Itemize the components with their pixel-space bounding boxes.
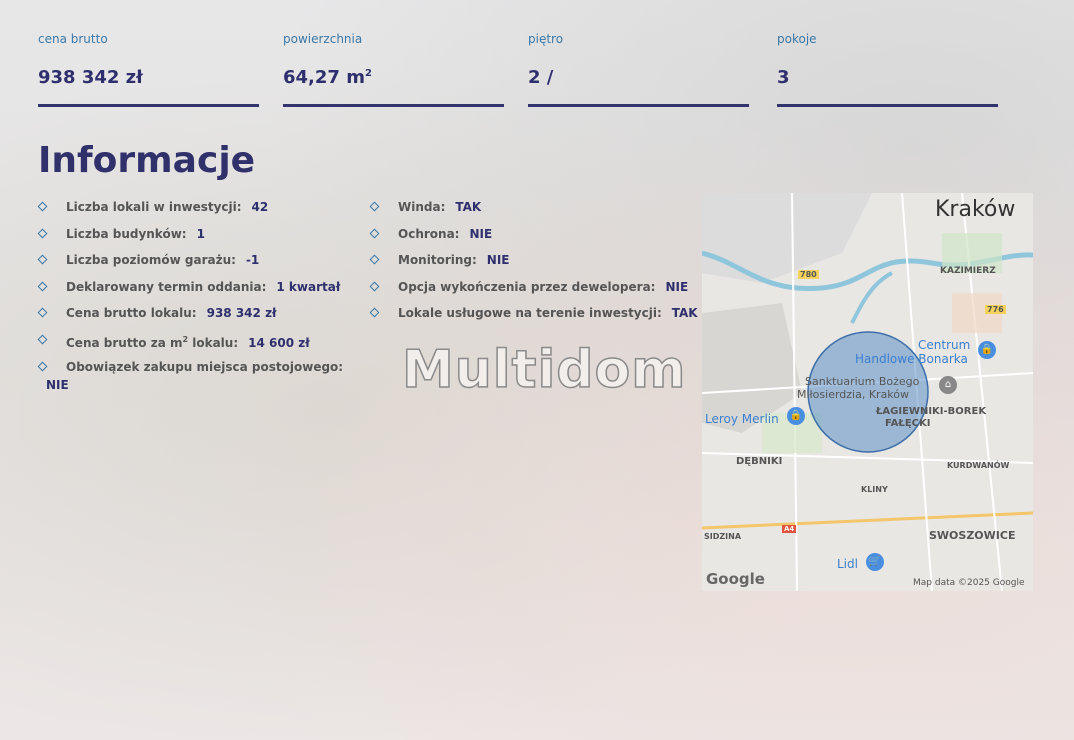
stat-value: 64,27 m2 — [283, 67, 372, 88]
map-poi-label: Sanktuarium Bożego — [805, 375, 920, 388]
list-item: Liczba budynków: 1 — [37, 226, 358, 253]
map-poi-label: Centrum — [918, 338, 971, 352]
diamond-bullet-icon — [37, 254, 48, 265]
shopping-cart-pin-icon[interactable]: 🛒 — [866, 553, 884, 571]
location-map[interactable]: Kraków KAZIMIERZ 780 776 Centrum 🔒 Handl… — [702, 193, 1033, 591]
map-label: ŁAGIEWNIKI-BOREK — [876, 406, 987, 417]
map-road-label: 776 — [985, 305, 1006, 314]
map-label: SIDZINA — [704, 532, 742, 541]
map-poi-label: Leroy Merlin — [705, 412, 779, 426]
diamond-bullet-icon — [369, 281, 380, 292]
church-pin-icon[interactable]: ⌂ — [939, 376, 957, 394]
info-list-left: Liczba lokali w inwestycji: 42 Liczba bud… — [37, 199, 358, 392]
map-attribution[interactable]: Map data ©2025 Google — [913, 578, 1025, 588]
diamond-bullet-icon — [37, 281, 48, 292]
diamond-bullet-icon — [37, 201, 48, 212]
list-item: Ochrona: NIE — [369, 226, 700, 253]
stat-price: cena brutto 938 342 zł — [38, 32, 259, 107]
store-pin-icon[interactable]: 🔒 — [787, 407, 805, 425]
list-item: Liczba lokali w inwestycji: 42 — [37, 199, 358, 226]
diamond-bullet-icon — [369, 254, 380, 265]
shopping-pin-icon[interactable]: 🔒 — [978, 341, 996, 359]
stat-value: 3 — [777, 67, 790, 88]
list-item: Obowiązek zakupu miejsca postojowego: NIE — [37, 359, 358, 392]
stat-underline — [528, 104, 749, 107]
stat-label: powierzchnia — [283, 32, 363, 46]
info-list-right: Winda: TAK Ochrona: NIE Monitoring: NIE Opc… — [369, 199, 700, 332]
list-item: Monitoring: NIE — [369, 252, 700, 279]
map-label: KAZIMIERZ — [940, 266, 996, 276]
google-logo: Google — [706, 570, 765, 588]
stat-underline — [777, 104, 998, 107]
stat-underline — [283, 104, 504, 107]
diamond-bullet-icon — [369, 228, 380, 239]
section-heading: Informacje — [38, 140, 256, 181]
list-item: Lokale usługowe na terenie inwestycji: TA… — [369, 305, 700, 332]
map-poi-label: Miłosierdzia, Kraków — [797, 388, 910, 401]
watermark-logo: Multidom — [401, 339, 687, 401]
list-item: Liczba poziomów garażu: -1 — [37, 252, 358, 279]
map-road-label: A4 — [782, 525, 797, 533]
stat-floor: piętro 2 / — [528, 32, 749, 107]
diamond-bullet-icon — [369, 201, 380, 212]
map-poi-label: Lidl — [837, 557, 858, 571]
list-item: Cena brutto lokalu: 938 342 zł — [37, 305, 358, 332]
map-city-label: Kraków — [935, 197, 1016, 222]
diamond-bullet-icon — [37, 307, 48, 318]
stat-label: piętro — [528, 32, 564, 46]
map-poi-label: Handlowe Bonarka — [855, 352, 968, 366]
stat-area: powierzchnia 64,27 m2 — [283, 32, 504, 107]
list-item: Opcja wykończenia przez dewelopera: NIE — [369, 279, 700, 306]
map-road-label: 780 — [798, 270, 819, 279]
stat-value: 938 342 zł — [38, 67, 143, 88]
map-label: DĘBNIKI — [736, 456, 783, 467]
map-label: KLINY — [861, 485, 888, 494]
map-label: FAŁĘCKI — [885, 418, 931, 429]
stat-value: 2 / — [528, 67, 554, 88]
diamond-bullet-icon — [369, 307, 380, 318]
list-item: Deklarowany termin oddania: 1 kwartał — [37, 279, 358, 306]
diamond-bullet-icon — [37, 334, 48, 345]
diamond-bullet-icon — [37, 361, 48, 372]
stat-label: cena brutto — [38, 32, 108, 46]
stat-underline — [38, 104, 259, 107]
diamond-bullet-icon — [37, 228, 48, 239]
list-item: Winda: TAK — [369, 199, 700, 226]
stat-label: pokoje — [777, 32, 817, 46]
map-label: SWOSZOWICE — [929, 529, 1016, 542]
stat-rooms: pokoje 3 — [777, 32, 998, 107]
list-item: Cena brutto za m2 lokalu: 14 600 zł — [37, 332, 358, 359]
map-label: KURDWANÓW — [947, 461, 1010, 470]
